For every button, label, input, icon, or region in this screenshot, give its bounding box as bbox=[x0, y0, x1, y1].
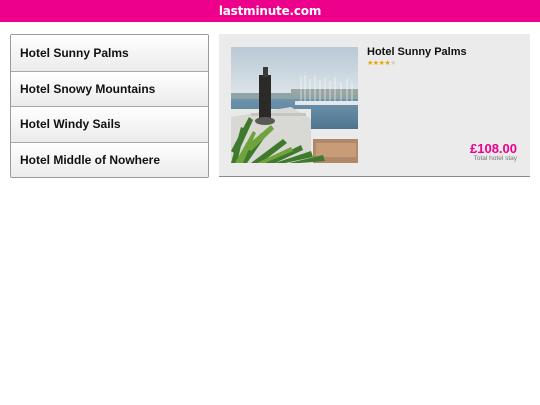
hotel-list-item-middle-of-nowhere[interactable]: Hotel Middle of Nowhere bbox=[11, 141, 208, 177]
hotel-list: Hotel Sunny Palms Hotel Snowy Mountains … bbox=[10, 34, 209, 178]
hotel-detail-panel: Hotel Sunny Palms ★★★★★ £108.00 Total ho… bbox=[219, 34, 530, 177]
hotel-price: £108.00 bbox=[470, 141, 517, 156]
hotel-photo bbox=[231, 47, 358, 163]
star-rating: ★★★★★ bbox=[367, 59, 396, 67]
star-empty-icon: ★ bbox=[390, 60, 396, 67]
hotel-list-item-snowy-mountains[interactable]: Hotel Snowy Mountains bbox=[11, 70, 208, 106]
lastminute-logo[interactable]: lastminute.com bbox=[219, 4, 321, 18]
hotel-list-item-label: Hotel Windy Sails bbox=[20, 117, 121, 132]
price-caption: Total hotel stay bbox=[473, 155, 517, 162]
hotel-list-item-label: Hotel Snowy Mountains bbox=[20, 81, 156, 96]
header-bar: lastminute.com bbox=[0, 0, 540, 22]
hotel-list-item-windy-sails[interactable]: Hotel Windy Sails bbox=[11, 106, 208, 142]
hotel-detail-title: Hotel Sunny Palms bbox=[367, 46, 467, 58]
hotel-list-item-label: Hotel Sunny Palms bbox=[20, 45, 129, 60]
hotel-list-item-sunny-palms[interactable]: Hotel Sunny Palms bbox=[11, 35, 208, 71]
hotel-list-item-label: Hotel Middle of Nowhere bbox=[20, 152, 161, 167]
